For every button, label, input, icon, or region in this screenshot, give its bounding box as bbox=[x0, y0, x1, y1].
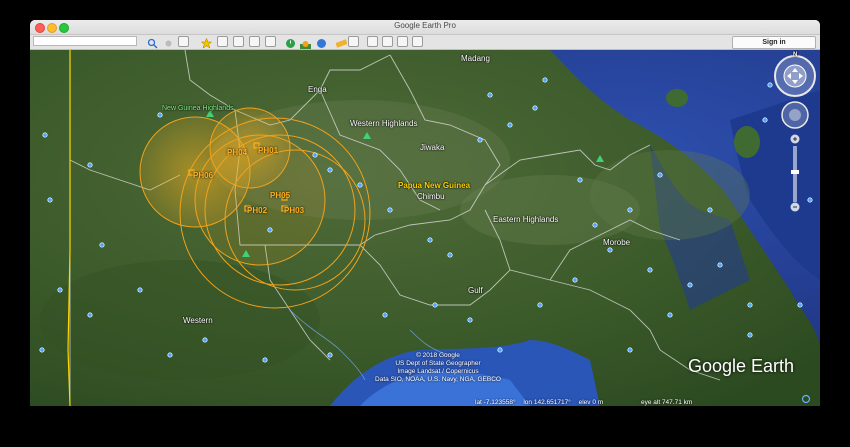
region-label-jiwaka: Jiwaka bbox=[420, 143, 445, 152]
region-label-madang: Madang bbox=[461, 54, 490, 63]
ruler-icon[interactable] bbox=[335, 36, 348, 48]
region-label-enga: Enga bbox=[308, 85, 327, 94]
marker-ph01[interactable]: PH01 bbox=[258, 146, 278, 155]
save-image-icon[interactable] bbox=[397, 36, 408, 47]
look-joystick[interactable] bbox=[773, 54, 817, 98]
map-view[interactable]: Madang Enga Western Highlands Jiwaka Chi… bbox=[30, 50, 820, 406]
google-earth-logo: Google Earth bbox=[688, 356, 795, 376]
title-bar: Google Earth Pro bbox=[30, 20, 820, 35]
attribution-line: US Dept of State Geographer bbox=[395, 360, 481, 367]
marker-ph03[interactable]: PH03 bbox=[284, 206, 304, 215]
toolbar: Sign in bbox=[30, 35, 820, 50]
planets-icon[interactable] bbox=[316, 36, 327, 48]
region-label-western: Western bbox=[183, 316, 213, 325]
polygon-icon[interactable] bbox=[217, 36, 228, 47]
region-label-gulf: Gulf bbox=[468, 286, 483, 295]
park-label: New Guinea Highlands bbox=[162, 105, 234, 112]
country-label: Papua New Guinea bbox=[398, 181, 471, 190]
clear-search-icon[interactable] bbox=[163, 36, 174, 47]
record-tour-icon[interactable] bbox=[265, 36, 276, 47]
move-joystick[interactable] bbox=[780, 100, 810, 130]
marker-ph02[interactable]: PH02 bbox=[247, 206, 267, 215]
marker-ph04[interactable]: PH04 bbox=[227, 148, 247, 157]
eye-altitude-readout: eye alt 747.71 km bbox=[640, 399, 693, 406]
search-icon[interactable] bbox=[147, 36, 158, 49]
attribution-line: Data SIO, NOAA, U.S. Navy, NGA, GEBCO bbox=[375, 376, 501, 383]
sign-in-button[interactable]: Sign in bbox=[732, 36, 816, 49]
zoom-slider[interactable] bbox=[789, 134, 801, 212]
elevation-readout: elev 0 m bbox=[578, 399, 604, 406]
sidebar-panel-icon[interactable] bbox=[348, 36, 359, 47]
email-icon[interactable] bbox=[367, 36, 378, 47]
latitude-readout: lat -7.123558° bbox=[475, 399, 516, 406]
compass-north-label: N bbox=[793, 52, 798, 58]
longitude-readout: lon 142.651717° bbox=[523, 399, 571, 406]
view-in-maps-icon[interactable] bbox=[412, 36, 423, 47]
map-attribution: © 2018 Google US Dept of State Geographe… bbox=[348, 352, 528, 384]
region-label-chimbu: Chimbu bbox=[417, 192, 445, 201]
window-title: Google Earth Pro bbox=[394, 21, 456, 30]
attribution-line: © 2018 Google bbox=[416, 352, 460, 359]
region-label-western-highlands: Western Highlands bbox=[350, 119, 418, 128]
sidebar-toggle-icon[interactable] bbox=[178, 36, 189, 47]
region-label-eastern-highlands: Eastern Highlands bbox=[493, 215, 559, 224]
marker-ph06[interactable]: PH06 bbox=[193, 171, 213, 180]
status-globe-icon[interactable] bbox=[801, 394, 811, 404]
status-bar: lat -7.123558° lon 142.651717° elev 0 m … bbox=[475, 399, 698, 406]
app-window: Google Earth Pro Sign in Madang Enga Wes… bbox=[30, 20, 820, 406]
attribution-line: Image Landsat / Copernicus bbox=[397, 368, 479, 375]
sunlight-icon[interactable] bbox=[300, 36, 311, 49]
image-overlay-icon[interactable] bbox=[249, 36, 260, 47]
region-label-morobe: Morobe bbox=[603, 238, 631, 247]
placemark-icon[interactable] bbox=[200, 36, 213, 49]
path-icon[interactable] bbox=[233, 36, 244, 47]
search-input[interactable] bbox=[33, 36, 137, 46]
historical-imagery-icon[interactable] bbox=[285, 36, 296, 48]
print-icon[interactable] bbox=[382, 36, 393, 47]
marker-ph05[interactable]: PH05 bbox=[270, 191, 290, 200]
